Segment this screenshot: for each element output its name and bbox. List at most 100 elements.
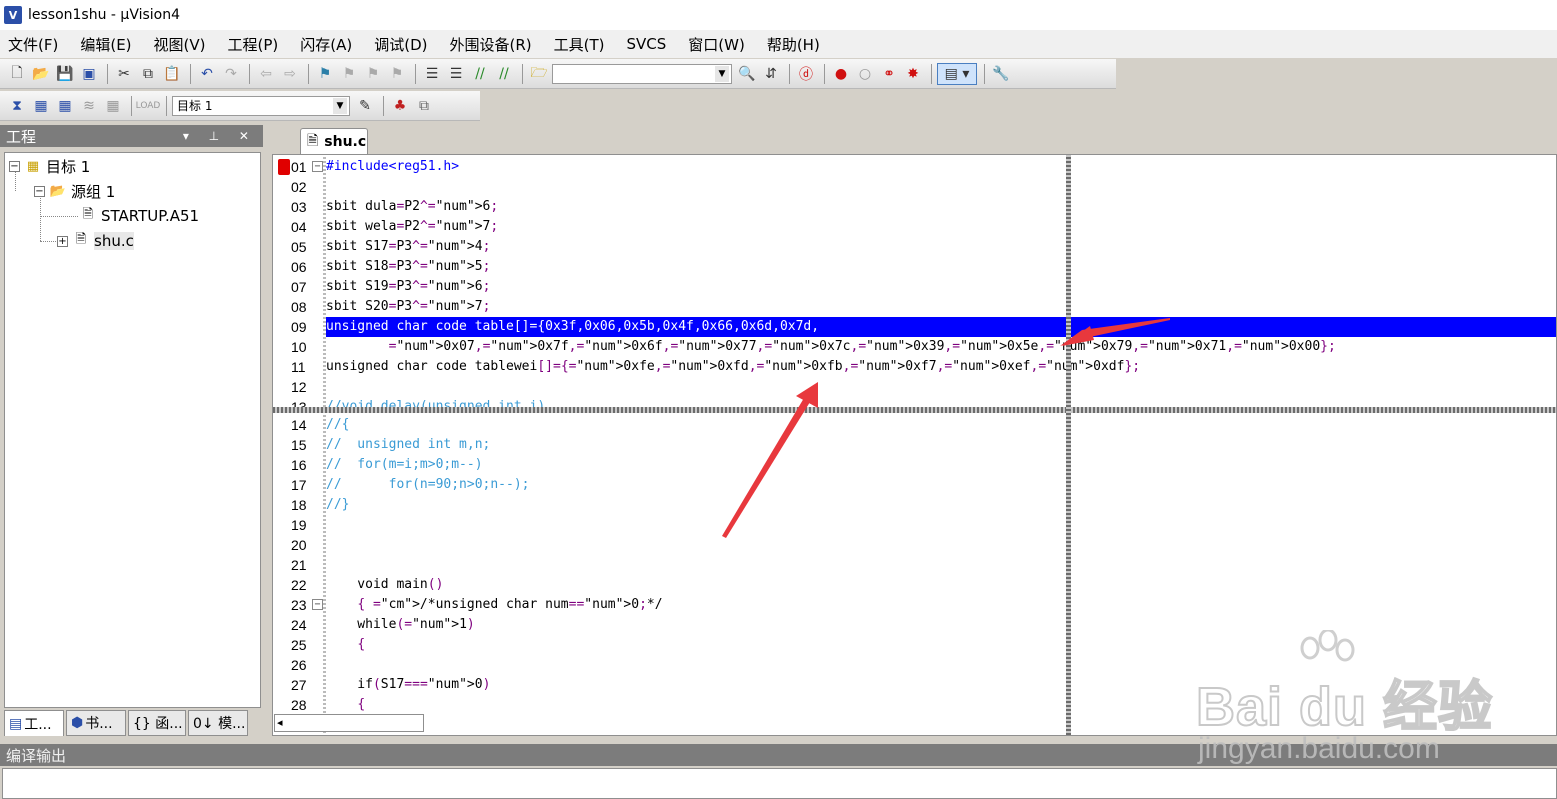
code-text: sbit wela=P2^="num">7; (326, 219, 499, 234)
translate-icon[interactable]: ⧗ (6, 95, 28, 117)
batch-build-icon[interactable]: ≋ (78, 95, 100, 117)
find-in-files-icon[interactable]: 🗁 (528, 63, 550, 85)
menu-help[interactable]: 帮助(H) (765, 32, 822, 57)
open-folder-icon[interactable]: 📂 (30, 63, 52, 85)
menu-peripherals[interactable]: 外围设备(R) (447, 32, 533, 57)
stop-build-icon[interactable]: ▦ (102, 95, 124, 117)
undo-icon[interactable]: ↶ (196, 63, 218, 85)
menu-debug[interactable]: 调试(D) (372, 32, 429, 57)
tab-books[interactable]: ⬢ 书... (66, 710, 126, 736)
rebuild-icon[interactable]: ▦ (54, 95, 76, 117)
code-line[interactable]: 22 void main() (273, 575, 1556, 595)
enable-breakpoint-icon[interactable]: ○ (854, 63, 876, 85)
code-line[interactable]: 20 (273, 535, 1556, 555)
incremental-find-icon[interactable]: ⇵ (760, 63, 782, 85)
target-options-icon[interactable]: ✎ (354, 95, 376, 117)
breakpoint-marker[interactable] (278, 159, 290, 175)
code-line[interactable]: 03 sbit dula=P2^="num">6; (273, 197, 1556, 217)
save-icon[interactable]: 💾 (54, 63, 76, 85)
line-number: 06 (291, 259, 307, 275)
indent-icon[interactable]: ☰ (421, 63, 443, 85)
comment-icon[interactable]: // (469, 63, 491, 85)
bookmark-clear-icon[interactable]: ⚑ (386, 63, 408, 85)
nav-back-icon[interactable]: ⇦ (255, 63, 277, 85)
tab-shu-c[interactable]: 🗎 shu.c (300, 128, 368, 154)
manage-components-icon[interactable]: ♣ (389, 95, 411, 117)
chevron-down-icon[interactable]: ▼ (715, 65, 729, 82)
menu-view[interactable]: 视图(V) (152, 32, 208, 57)
new-file-icon[interactable]: 🗋 (6, 63, 28, 85)
menu-svcs[interactable]: SVCS (625, 33, 669, 55)
code-line[interactable]: 14 //{ (273, 415, 1556, 435)
find-combo[interactable]: ▼ (552, 63, 732, 84)
code-line[interactable]: 23 { ="cm">/*unsigned char num=="num">0;… (273, 595, 1556, 615)
tree-item-source-group[interactable]: − 📂 源组 1 (34, 180, 115, 202)
menu-tools[interactable]: 工具(T) (552, 32, 607, 57)
code-line[interactable]: 24 while(="num">1) (273, 615, 1556, 635)
code-line[interactable]: 02 (273, 177, 1556, 197)
fold-toggle-icon[interactable]: − (312, 599, 323, 610)
code-line[interactable]: 17 // for(n=90;n>0;n--); (273, 475, 1556, 495)
menu-edit[interactable]: 编辑(E) (78, 32, 133, 57)
copy-icon[interactable]: ⧉ (137, 63, 159, 85)
tree-item-target[interactable]: − ▦ 目标 1 (9, 155, 90, 177)
chevron-down-icon[interactable]: ▼ (333, 97, 347, 114)
find-icon[interactable]: 🔍 (736, 63, 758, 85)
code-line[interactable]: 01 #include<reg51.h> − (273, 157, 1556, 177)
vertical-splitter[interactable] (1066, 155, 1071, 735)
configure-wrench-icon[interactable]: 🔧 (990, 63, 1012, 85)
bookmark-prev-icon[interactable]: ⚑ (338, 63, 360, 85)
download-load-icon[interactable]: LOAD (136, 95, 161, 117)
menu-project[interactable]: 工程(P) (226, 32, 281, 57)
disable-breakpoints-icon[interactable]: ⚭ (878, 63, 900, 85)
nav-forward-icon[interactable]: ⇨ (279, 63, 301, 85)
scroll-left-icon[interactable]: ◂ (277, 716, 283, 729)
code-line[interactable]: 12 (273, 377, 1556, 397)
tree-item-file[interactable]: + 🗎 shu.c (57, 230, 134, 252)
file-extensions-icon[interactable]: ⧉ (413, 95, 435, 117)
code-line[interactable]: 13 //void delay(unsigned int i) (273, 397, 1556, 407)
menu-file[interactable]: 文件(F) (6, 32, 60, 57)
target-select[interactable]: 目标 1 ▼ (172, 95, 350, 116)
code-line[interactable]: 08 sbit S20=P3^="num">7; (273, 297, 1556, 317)
code-line[interactable]: 18 //} (273, 495, 1556, 515)
build-icon[interactable]: ▦ (30, 95, 52, 117)
tab-label: 0↓ 模... (193, 716, 246, 732)
tree-item-file[interactable]: 🗎 STARTUP.A51 (79, 205, 199, 227)
save-all-icon[interactable]: ▣ (78, 63, 100, 85)
code-line[interactable]: 05 sbit S17=P3^="num">4; (273, 237, 1556, 257)
uncomment-icon[interactable]: // (493, 63, 515, 85)
redo-icon[interactable]: ↷ (220, 63, 242, 85)
code-line[interactable]: 04 sbit wela=P2^="num">7; (273, 217, 1556, 237)
bookmark-toggle-icon[interactable]: ⚑ (314, 63, 336, 85)
unindent-icon[interactable]: ☰ (445, 63, 467, 85)
editor-pane-top[interactable]: 01 #include<reg51.h> −02 03 sbit dula=P2^="n… (273, 155, 1556, 407)
code-line[interactable]: 15 // unsigned int m,n; (273, 435, 1556, 455)
horizontal-scrollbar[interactable]: ◂ (274, 714, 424, 732)
code-line[interactable]: 19 (273, 515, 1556, 535)
code-line[interactable]: 21 (273, 555, 1556, 575)
code-line[interactable]: 09 unsigned char code table[]={0x3f,0x06,… (291, 317, 1556, 337)
tab-functions[interactable]: {} 函... (128, 710, 186, 736)
code-line[interactable]: 06 sbit S18=P3^="num">5; (273, 257, 1556, 277)
code-line[interactable]: 11 unsigned char code tablewei[]={="num">… (273, 357, 1556, 377)
fold-toggle-icon[interactable]: − (312, 161, 323, 172)
code-line[interactable]: 10 ="num">0x07,="num">0x7f,="num">0x6f,=… (273, 337, 1556, 357)
tab-project[interactable]: ▤ 工... (4, 710, 64, 736)
code-line[interactable]: 07 sbit S19=P3^="num">6; (273, 277, 1556, 297)
panel-controls[interactable]: ▾ ⊥ ✕ (183, 129, 257, 143)
collapse-toggle-icon[interactable]: − (34, 185, 45, 197)
insert-breakpoint-icon[interactable]: ● (830, 63, 852, 85)
cut-icon[interactable]: ✂ (113, 63, 135, 85)
tab-templates[interactable]: 0↓ 模... (188, 710, 248, 736)
debug-session-icon[interactable]: ⓓ (795, 63, 817, 85)
expand-toggle-icon[interactable]: + (57, 235, 68, 247)
code-line[interactable]: 16 // for(m=i;m>0;m--) (273, 455, 1556, 475)
paste-icon[interactable]: 📋 (161, 63, 183, 85)
menu-flash[interactable]: 闪存(A) (298, 32, 354, 57)
window-layout-icon[interactable]: ▤ ▾ (937, 62, 977, 85)
collapse-toggle-icon[interactable]: − (9, 160, 20, 172)
kill-breakpoints-icon[interactable]: ✸ (902, 63, 924, 85)
menu-window[interactable]: 窗口(W) (686, 32, 747, 57)
bookmark-next-icon[interactable]: ⚑ (362, 63, 384, 85)
